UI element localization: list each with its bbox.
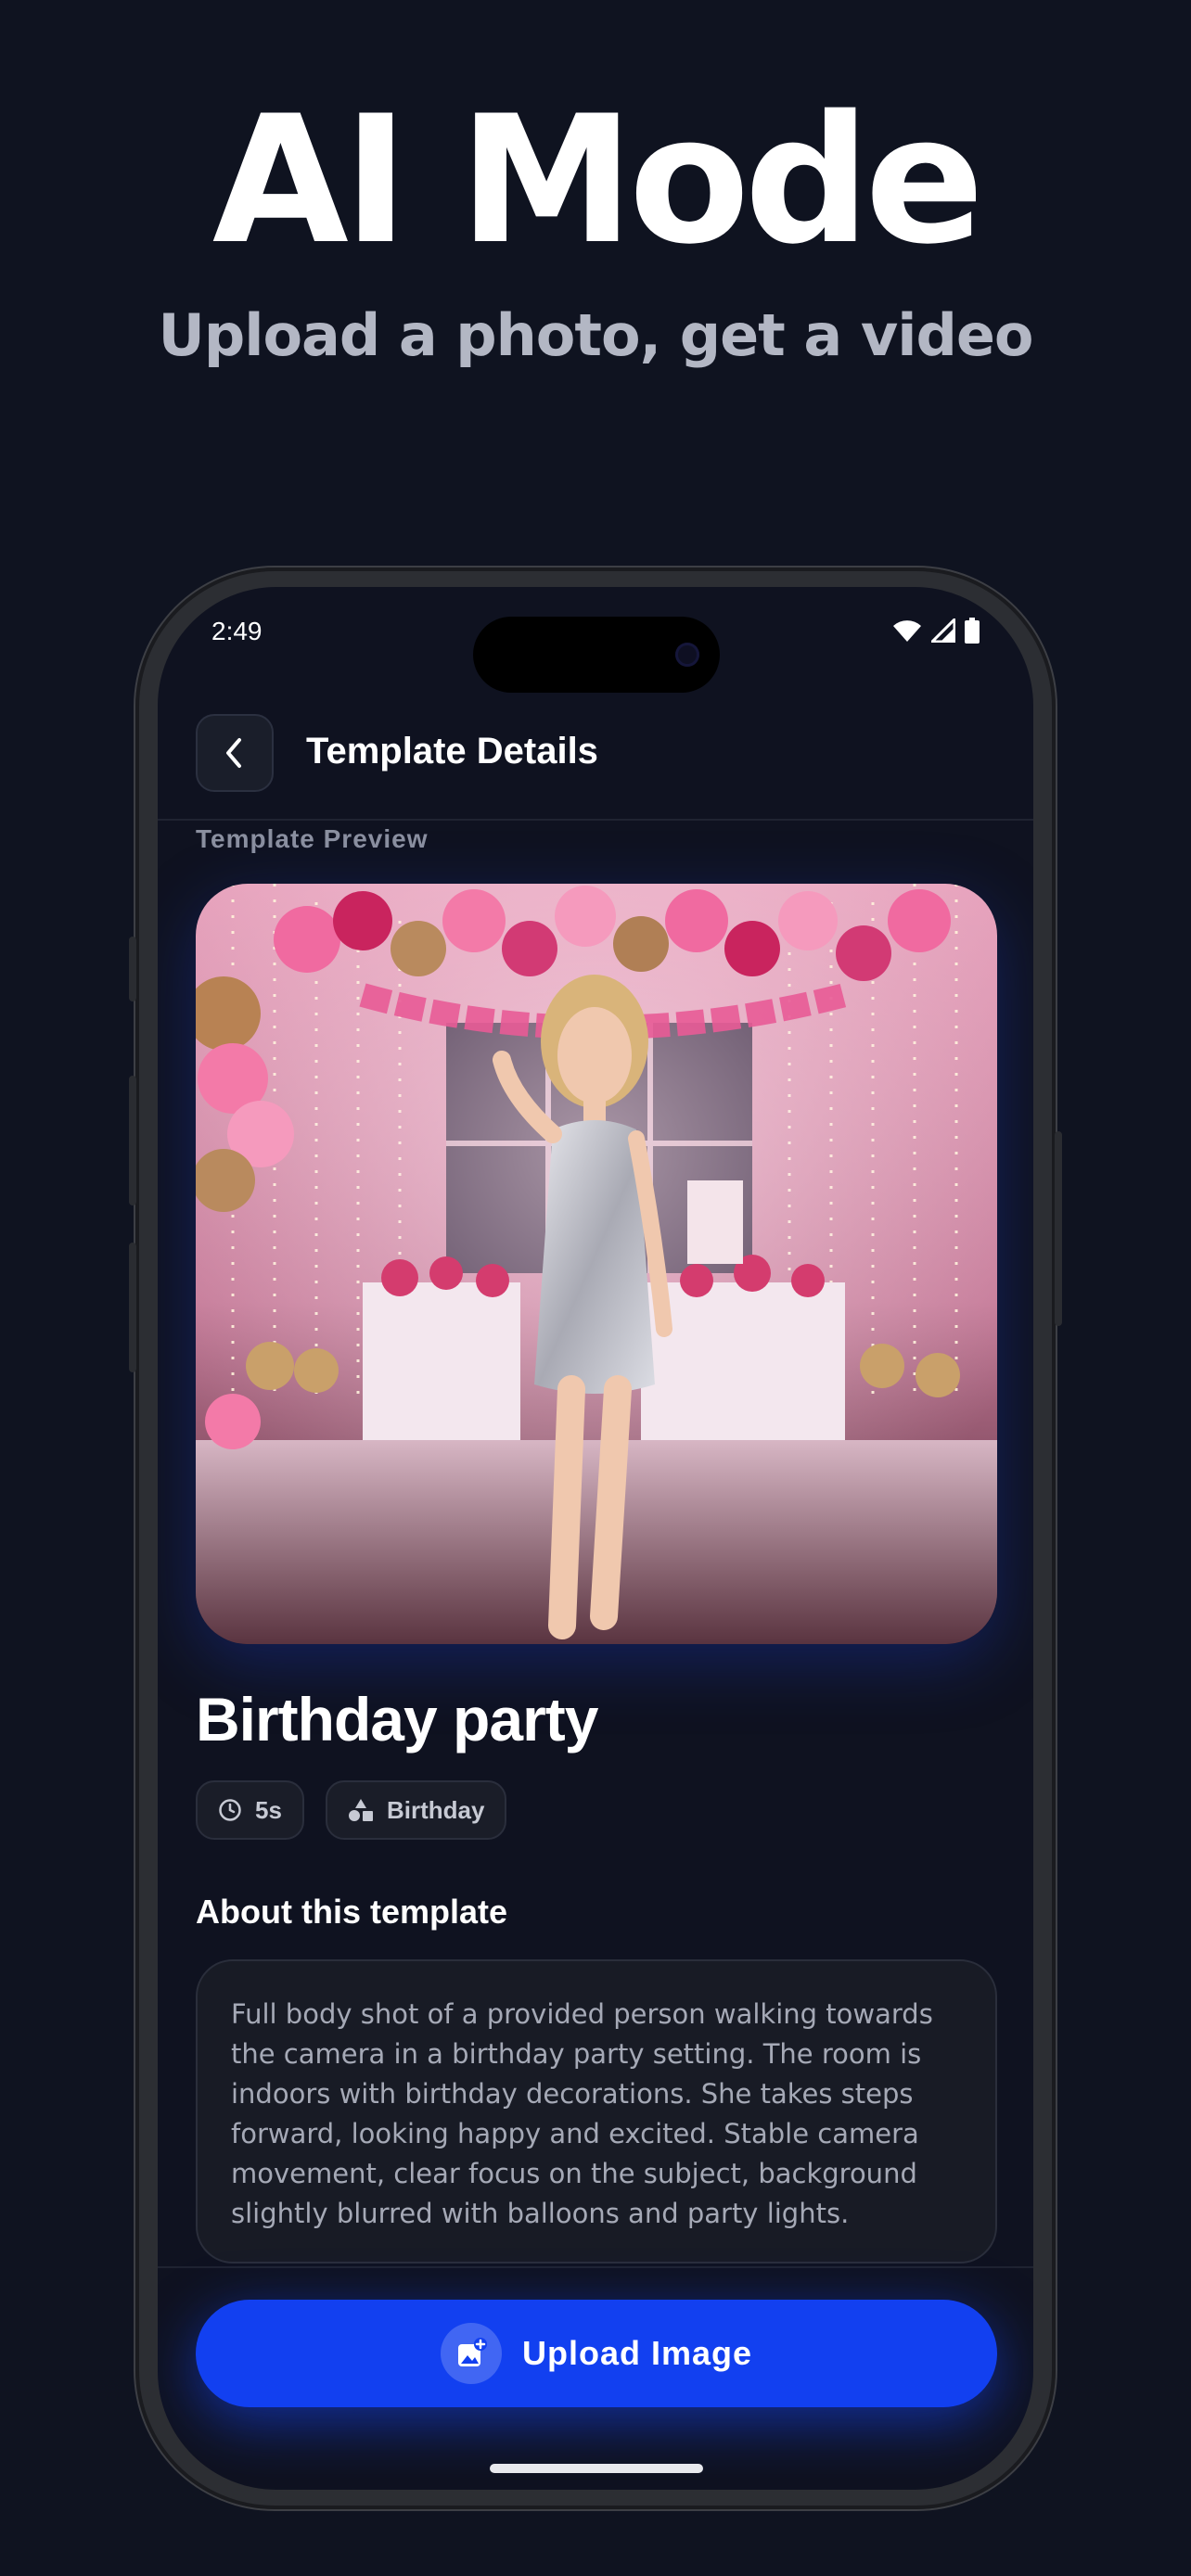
bottom-divider — [158, 2266, 1033, 2268]
hero-title: AI Mode — [211, 78, 984, 283]
phone-volume-up — [129, 1076, 136, 1205]
add-photo-icon — [457, 2338, 487, 2366]
clock-icon — [219, 1799, 241, 1821]
duration-chip: 5s — [196, 1780, 304, 1840]
category-shapes-icon — [349, 1799, 373, 1821]
upload-image-button[interactable]: Upload Image — [196, 2300, 997, 2407]
preview-label: Template Preview — [196, 824, 429, 853]
phone-side-button — [129, 937, 136, 1001]
hero-subtitle: Upload a photo, get a video — [158, 301, 1033, 369]
top-app-bar: Template Details — [158, 587, 1033, 821]
birthday-party-photo — [196, 884, 997, 1644]
chevron-left-icon — [226, 738, 241, 768]
about-heading: About this template — [196, 1893, 508, 1931]
template-description: Full body shot of a provided person walk… — [196, 1959, 997, 2264]
duration-label: 5s — [255, 1795, 282, 1824]
phone-power-button — [1055, 1131, 1062, 1326]
description-text: Full body shot of a provided person walk… — [231, 1998, 933, 2229]
phone-volume-down — [129, 1243, 136, 1372]
template-preview-image[interactable] — [196, 884, 997, 1644]
upload-icon-badge — [440, 2323, 502, 2384]
home-indicator[interactable] — [490, 2464, 703, 2473]
category-label: Birthday — [387, 1795, 485, 1824]
page-title: Template Details — [306, 731, 598, 772]
category-chip: Birthday — [326, 1780, 507, 1840]
template-title: Birthday party — [196, 1685, 598, 1753]
phone-screen: 2:49 Template Details Template Preview B… — [158, 587, 1033, 2490]
upload-button-label: Upload Image — [521, 2334, 753, 2372]
back-button[interactable] — [196, 714, 274, 792]
